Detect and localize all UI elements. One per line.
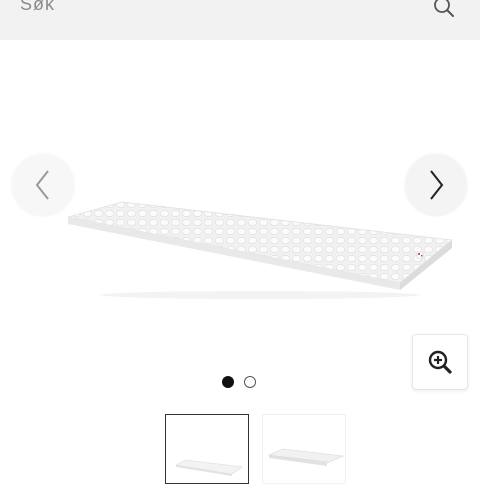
pagination-dot-active[interactable]: [222, 376, 234, 388]
mattress-thumbnail-image: [267, 448, 345, 466]
zoom-in-icon: [428, 350, 452, 374]
thumbnail-2[interactable]: [262, 414, 346, 484]
search-icon[interactable]: [432, 0, 456, 19]
mattress-thumbnail-image: [175, 459, 243, 476]
search-input[interactable]: Søk: [20, 0, 55, 15]
mattress-topper-image[interactable]: [60, 200, 460, 300]
search-bar[interactable]: Søk: [0, 0, 480, 40]
pagination-dot[interactable]: [244, 376, 256, 388]
chevron-left-icon: [35, 170, 49, 200]
gallery-pagination: [222, 376, 262, 390]
zoom-button[interactable]: [412, 334, 468, 390]
thumbnail-1-selected[interactable]: [165, 414, 249, 484]
chevron-right-icon: [430, 170, 444, 200]
